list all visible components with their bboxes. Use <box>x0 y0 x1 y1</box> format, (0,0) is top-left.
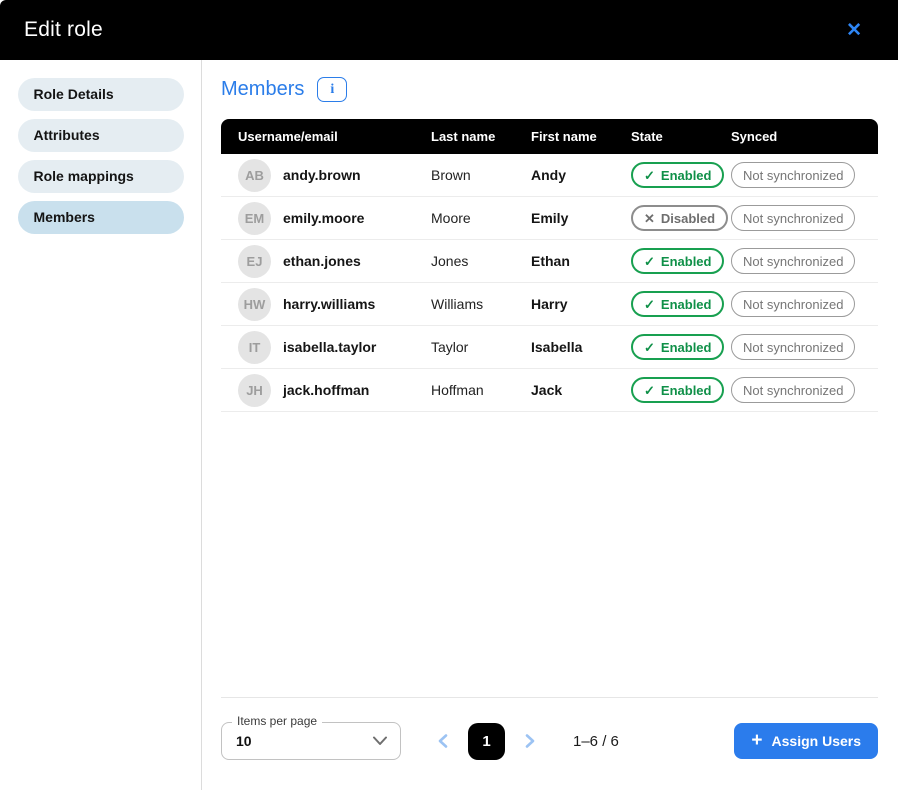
table-row: AB andy.brown Brown Andy ✓Enabled Not sy… <box>221 154 878 197</box>
avatar: IT <box>238 331 271 364</box>
table-row: HW harry.williams Williams Harry ✓Enable… <box>221 283 878 326</box>
members-panel: Members i Username/email Last name First… <box>202 60 898 790</box>
last-name-cell: Jones <box>431 253 531 269</box>
assign-users-button[interactable]: + Assign Users <box>734 723 878 759</box>
sidebar-item-attributes[interactable]: Attributes <box>18 119 184 152</box>
first-name-cell: Ethan <box>531 253 631 269</box>
x-icon: ✕ <box>644 212 655 225</box>
col-header-username: Username/email <box>221 129 431 144</box>
table-empty-space <box>221 412 878 697</box>
first-name-cell: Andy <box>531 167 631 183</box>
check-icon: ✓ <box>644 169 655 182</box>
current-page-button[interactable]: 1 <box>468 723 505 760</box>
state-badge: ✓Enabled <box>631 291 724 317</box>
username-cell: andy.brown <box>283 167 361 183</box>
next-page-button[interactable] <box>515 726 545 756</box>
sidebar-item-members[interactable]: Members <box>18 201 184 234</box>
table-row: IT isabella.taylor Taylor Isabella ✓Enab… <box>221 326 878 369</box>
avatar: AB <box>238 159 271 192</box>
table-header: Username/email Last name First name Stat… <box>221 119 878 154</box>
plus-icon: + <box>751 731 762 750</box>
first-name-cell: Harry <box>531 296 631 312</box>
avatar: EM <box>238 202 271 235</box>
first-name-cell: Isabella <box>531 339 631 355</box>
first-name-cell: Emily <box>531 210 631 226</box>
close-icon[interactable]: ✕ <box>840 17 868 44</box>
items-per-page-value: 10 <box>236 733 252 749</box>
synced-badge: Not synchronized <box>731 334 855 360</box>
edit-role-dialog: Edit role ✕ Role Details Attributes Role… <box>0 0 898 790</box>
table-row: JH jack.hoffman Hoffman Jack ✓Enabled No… <box>221 369 878 412</box>
table-row: EM emily.moore Moore Emily ✕Disabled Not… <box>221 197 878 240</box>
page-title: Members <box>221 78 304 101</box>
state-badge: ✓Enabled <box>631 248 724 274</box>
sidebar: Role Details Attributes Role mappings Me… <box>0 60 202 790</box>
state-badge: ✕Disabled <box>631 205 728 231</box>
last-name-cell: Moore <box>431 210 531 226</box>
synced-badge: Not synchronized <box>731 291 855 317</box>
assign-users-label: Assign Users <box>772 733 861 749</box>
col-header-state: State <box>631 129 731 144</box>
state-badge: ✓Enabled <box>631 377 724 403</box>
avatar: HW <box>238 288 271 321</box>
sidebar-item-role-mappings[interactable]: Role mappings <box>18 160 184 193</box>
last-name-cell: Williams <box>431 296 531 312</box>
first-name-cell: Jack <box>531 382 631 398</box>
chevron-right-icon <box>523 733 537 749</box>
pagination: 1 1–6 / 6 <box>428 723 619 760</box>
synced-badge: Not synchronized <box>731 162 855 188</box>
username-cell: ethan.jones <box>283 253 361 269</box>
check-icon: ✓ <box>644 384 655 397</box>
synced-badge: Not synchronized <box>731 377 855 403</box>
synced-badge: Not synchronized <box>731 205 855 231</box>
col-header-synced: Synced <box>731 129 878 144</box>
state-badge: ✓Enabled <box>631 334 724 360</box>
state-badge: ✓Enabled <box>631 162 724 188</box>
items-per-page-label: Items per page <box>232 714 322 728</box>
avatar: EJ <box>238 245 271 278</box>
previous-page-button[interactable] <box>428 726 458 756</box>
synced-badge: Not synchronized <box>731 248 855 274</box>
col-header-last-name: Last name <box>431 129 531 144</box>
username-cell: isabella.taylor <box>283 339 376 355</box>
table-footer: Items per page 10 1 <box>221 697 878 790</box>
username-cell: jack.hoffman <box>283 382 369 398</box>
check-icon: ✓ <box>644 341 655 354</box>
username-cell: harry.williams <box>283 296 375 312</box>
dialog-title: Edit role <box>24 18 103 42</box>
col-header-first-name: First name <box>531 129 631 144</box>
chevron-left-icon <box>436 733 450 749</box>
check-icon: ✓ <box>644 298 655 311</box>
sidebar-item-role-details[interactable]: Role Details <box>18 78 184 111</box>
dialog-header: Edit role ✕ <box>0 0 898 60</box>
chevron-down-icon <box>372 736 388 746</box>
last-name-cell: Brown <box>431 167 531 183</box>
items-per-page-select[interactable]: Items per page 10 <box>221 722 401 760</box>
username-cell: emily.moore <box>283 210 364 226</box>
check-icon: ✓ <box>644 255 655 268</box>
last-name-cell: Hoffman <box>431 382 531 398</box>
page-range-label: 1–6 / 6 <box>573 733 619 750</box>
last-name-cell: Taylor <box>431 339 531 355</box>
members-table: Username/email Last name First name Stat… <box>221 119 878 412</box>
avatar: JH <box>238 374 271 407</box>
info-icon[interactable]: i <box>317 77 347 102</box>
table-row: EJ ethan.jones Jones Ethan ✓Enabled Not … <box>221 240 878 283</box>
